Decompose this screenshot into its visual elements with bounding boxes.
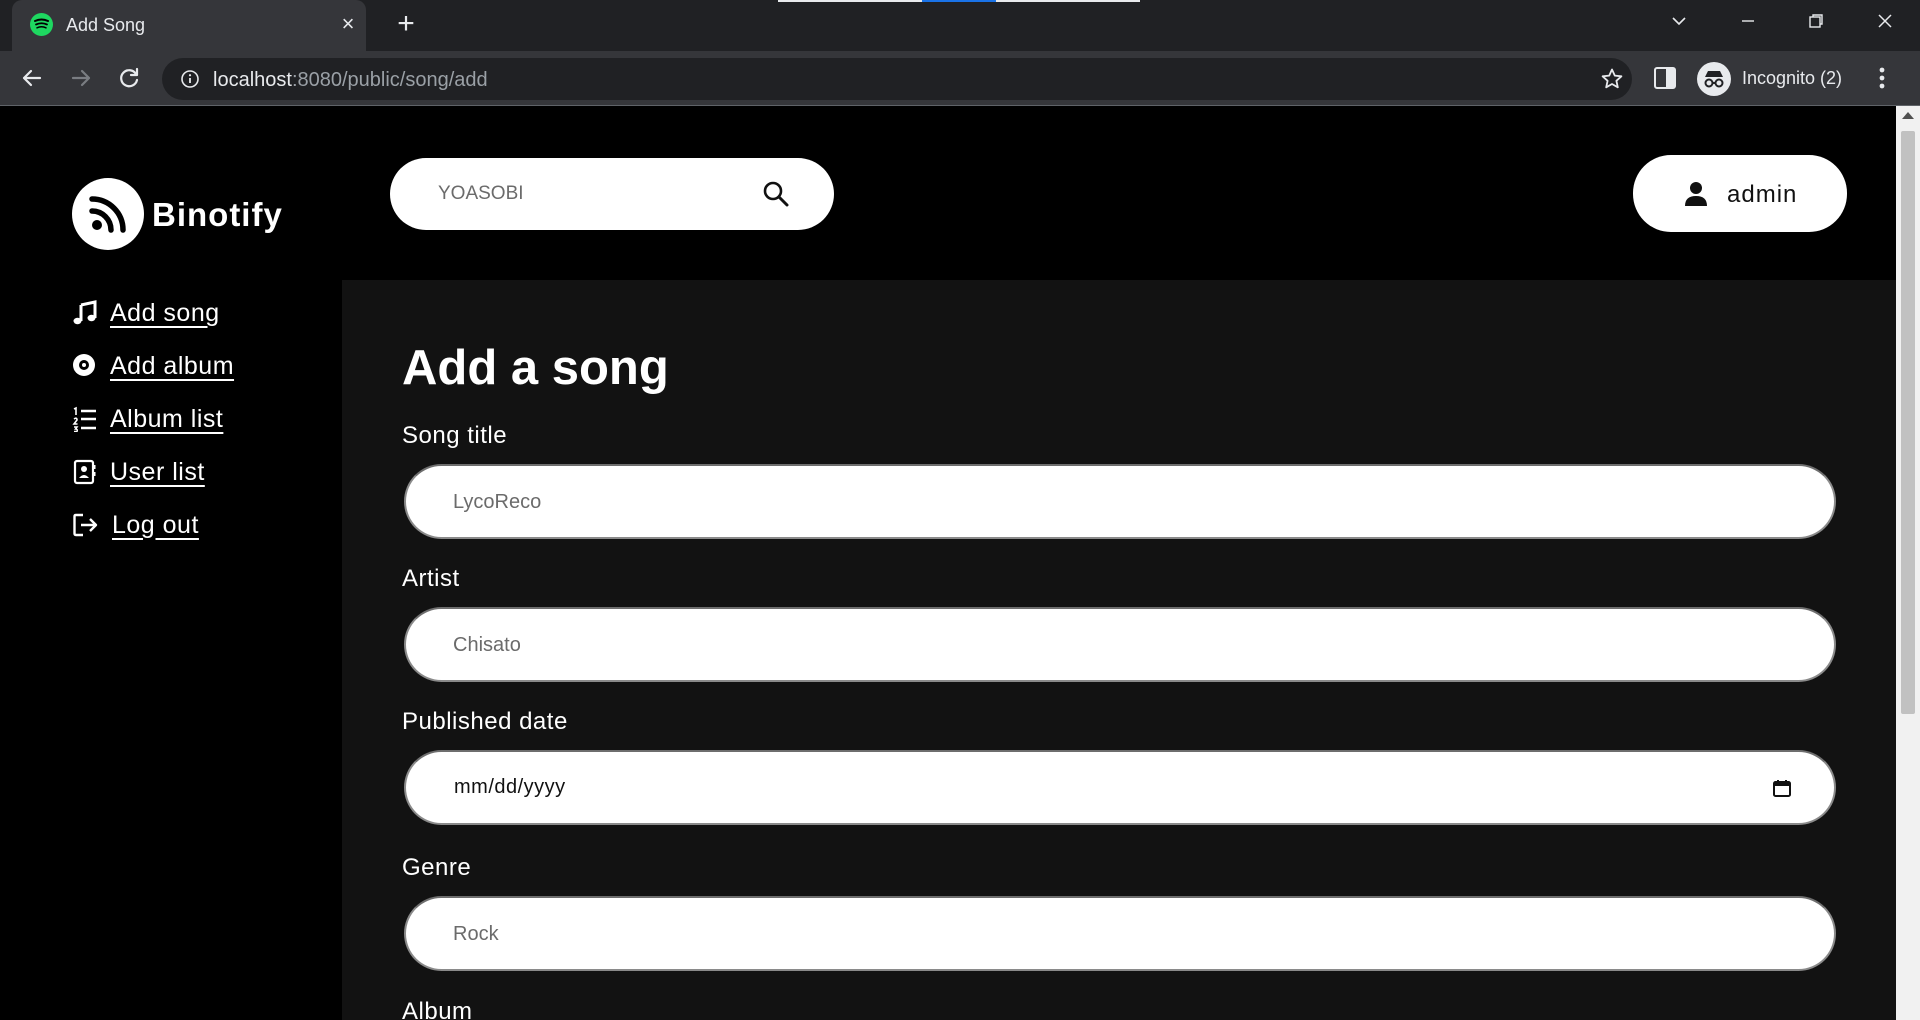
published-date-field[interactable]: mm/dd/yyyy (404, 750, 1836, 825)
browser-tab-strip: Add Song × + (0, 0, 1920, 51)
song-title-input[interactable] (453, 486, 1753, 518)
published-date-label: Published date (402, 708, 568, 735)
genre-label: Genre (402, 854, 472, 881)
calendar-icon[interactable] (1772, 778, 1792, 803)
url-host: localhost (213, 69, 292, 91)
sidebar-item-log-out[interactable]: Log out (72, 507, 199, 543)
user-icon (1683, 181, 1709, 212)
close-tab-icon[interactable]: × (337, 13, 359, 35)
search-input[interactable] (438, 178, 738, 210)
search-icon[interactable] (762, 180, 790, 213)
reload-icon[interactable] (115, 64, 143, 92)
side-panel-icon[interactable] (1652, 65, 1678, 96)
artist-field[interactable] (404, 607, 1836, 682)
restore-icon[interactable] (1803, 12, 1829, 36)
sidebar-item-add-song[interactable]: Add song (72, 295, 220, 331)
artist-label: Artist (402, 565, 460, 592)
date-input-placeholder[interactable]: mm/dd/yyyy (454, 776, 566, 799)
spotify-icon (30, 13, 53, 36)
brand-name: Binotify (152, 196, 283, 233)
album-label: Album (402, 998, 473, 1020)
loading-bar (778, 0, 922, 2)
numbered-list-icon (72, 406, 96, 432)
browser-tab[interactable]: Add Song × (12, 0, 366, 51)
username: admin (1727, 181, 1798, 208)
sidebar-item-label: Log out (112, 510, 199, 539)
sidebar-item-label: Add album (110, 351, 235, 380)
browser-toolbar: localhost:8080/public/song/add Incognito… (0, 51, 1920, 106)
page-scrollbar[interactable] (1896, 106, 1920, 1020)
main-content: Add a song Song title Artist Published d… (342, 280, 1896, 1020)
url-text: localhost:8080/public/song/add (213, 69, 488, 92)
sidebar-item-album-list[interactable]: Album list (72, 401, 223, 437)
url-path: :8080/public/song/add (291, 69, 488, 91)
new-tab-icon[interactable]: + (392, 9, 420, 39)
sidebar-item-label: Album list (110, 404, 224, 433)
tab-title: Add Song (66, 15, 146, 35)
scrollbar-thumb[interactable] (1901, 131, 1915, 714)
contact-card-icon (73, 459, 96, 485)
user-menu-button[interactable]: admin (1633, 155, 1847, 232)
back-arrow-icon[interactable] (18, 64, 46, 92)
disc-icon (73, 354, 95, 376)
site-info-icon[interactable] (180, 69, 200, 94)
song-title-field[interactable] (404, 464, 1836, 539)
loading-bar (922, 0, 996, 2)
incognito-label: Incognito (2) (1742, 68, 1843, 88)
artist-input[interactable] (453, 629, 1753, 661)
genre-field[interactable] (404, 896, 1836, 971)
forward-arrow-icon[interactable] (67, 64, 95, 92)
tab-search-icon[interactable] (1666, 12, 1692, 36)
sidebar-item-label: Add song (110, 298, 220, 327)
music-note-icon (73, 300, 97, 325)
sidebar-item-user-list[interactable]: User list (72, 454, 205, 490)
page-viewport: Binotify Add song Add album Album list U… (0, 106, 1896, 1020)
page-title: Add a song (402, 341, 669, 395)
logout-icon (73, 513, 98, 537)
incognito-profile-button[interactable]: Incognito (2) (1697, 60, 1849, 98)
loading-bar (996, 0, 1140, 2)
browser-menu-icon[interactable] (1878, 64, 1886, 97)
sidebar-item-label: User list (110, 457, 205, 486)
close-window-icon[interactable] (1872, 12, 1898, 36)
bookmark-star-icon[interactable] (1600, 67, 1624, 96)
minimize-icon[interactable] (1735, 12, 1761, 36)
scroll-up-arrow-icon[interactable] (1902, 112, 1914, 119)
genre-input[interactable] (453, 918, 1753, 950)
rss-logo-icon (72, 178, 144, 250)
incognito-icon (1697, 62, 1731, 96)
address-bar[interactable]: localhost:8080/public/song/add (162, 58, 1632, 100)
sidebar-item-add-album[interactable]: Add album (72, 348, 234, 384)
search-bar[interactable] (390, 158, 834, 230)
song-title-label: Song title (402, 422, 508, 449)
